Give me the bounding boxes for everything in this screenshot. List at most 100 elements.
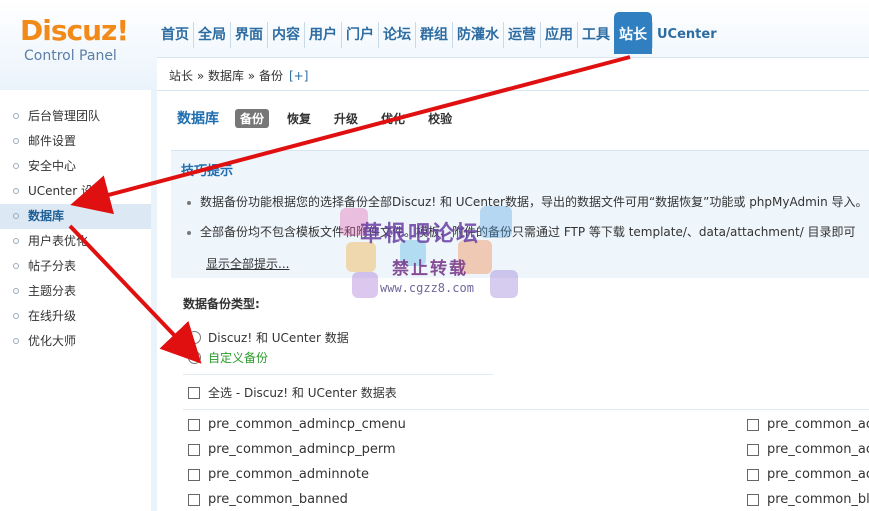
nav-ucenter[interactable]: UCenter: [652, 22, 721, 48]
tab-upgrade[interactable]: 升级: [329, 109, 363, 128]
sidebar-item-label: 在线升级: [28, 309, 77, 323]
tip-item: 数据备份功能根据您的选择备份全部Discuz! 和 UCenter数据，导出的数…: [187, 193, 868, 210]
sidebar-item-label: 优化大师: [28, 334, 77, 348]
logo-subtitle: Control Panel: [24, 48, 117, 64]
radio-button[interactable]: [188, 351, 201, 364]
radio-custom-backup[interactable]: 自定义备份: [188, 349, 268, 366]
breadcrumb-text[interactable]: 站长 » 数据库 » 备份: [169, 69, 283, 83]
table-name: pre_common_ac: [767, 442, 869, 457]
logo-brand: Discuz!: [20, 14, 129, 47]
checkbox[interactable]: [188, 443, 200, 456]
sidebar-item-optimize-master[interactable]: 优化大师: [0, 329, 151, 354]
nav-operations[interactable]: 运营: [503, 22, 540, 48]
table-name: pre_common_admincp_cmenu: [208, 417, 406, 432]
sidebar-menu: 后台管理团队 邮件设置 安全中心 UCenter 设置 数据库 用户表优化 帖子…: [0, 90, 151, 354]
table-row[interactable]: pre_common_admincp_perm: [188, 442, 396, 457]
main-content: 数据库 备份 恢复 升级 优化 校验 技巧提示 数据备份功能根据您的选择备份全部…: [163, 92, 869, 511]
table-name: pre_common_blo: [767, 492, 869, 507]
checkbox[interactable]: [188, 468, 200, 481]
nav-global[interactable]: 全局: [193, 22, 230, 48]
sidebar-item-thread-split[interactable]: 主题分表: [0, 279, 151, 304]
nav-webmaster[interactable]: 站长: [614, 12, 652, 54]
checkbox[interactable]: [747, 418, 759, 431]
tab-restore[interactable]: 恢复: [282, 109, 316, 128]
nav-groups[interactable]: 群组: [415, 22, 452, 48]
sidebar-item-mail-settings[interactable]: 邮件设置: [0, 129, 151, 154]
sidebar: 后台管理团队 邮件设置 安全中心 UCenter 设置 数据库 用户表优化 帖子…: [0, 90, 157, 511]
checkbox[interactable]: [747, 468, 759, 481]
top-nav: 首页 全局 界面 内容 用户 门户 论坛 群组 防灌水 运营 应用 工具 站长 …: [157, 12, 721, 54]
bullet-icon: [13, 313, 19, 319]
tab-optimize[interactable]: 优化: [376, 109, 410, 128]
backup-type-label: 数据备份类型:: [183, 297, 260, 311]
sidebar-item-label: 邮件设置: [28, 134, 77, 148]
table-row[interactable]: pre_common_ac: [747, 467, 869, 482]
page-title: 数据库: [177, 111, 219, 127]
bullet-icon: [187, 230, 191, 235]
nav-home[interactable]: 首页: [157, 22, 193, 48]
sidebar-item-online-upgrade[interactable]: 在线升级: [0, 304, 151, 329]
bullet-icon: [13, 263, 19, 269]
show-all-tips-link[interactable]: 显示全部提示...: [206, 255, 289, 272]
divider: [183, 409, 869, 410]
nav-content[interactable]: 内容: [267, 22, 304, 48]
bullet-icon: [13, 113, 19, 119]
table-row[interactable]: pre_common_ac: [747, 442, 869, 457]
radio-full-backup[interactable]: Discuz! 和 UCenter 数据: [188, 329, 349, 346]
sidebar-item-label: 主题分表: [28, 284, 77, 298]
table-row[interactable]: pre_common_blo: [747, 492, 869, 507]
nav-tools[interactable]: 工具: [577, 22, 614, 48]
radio-button[interactable]: [188, 331, 201, 344]
checkbox[interactable]: [188, 493, 200, 506]
divider: [183, 374, 493, 375]
sidebar-item-user-table-optimize[interactable]: 用户表优化: [0, 229, 151, 254]
checkbox[interactable]: [188, 418, 200, 431]
nav-users[interactable]: 用户: [304, 22, 341, 48]
sidebar-item-label: 安全中心: [28, 159, 77, 173]
sidebar-item-label: 用户表优化: [28, 234, 89, 248]
breadcrumb-bar: 站长 » 数据库 » 备份 [+]: [157, 57, 869, 91]
table-name: pre_common_adminnote: [208, 467, 369, 482]
nav-apps[interactable]: 应用: [540, 22, 577, 48]
select-all-tables[interactable]: 全选 - Discuz! 和 UCenter 数据表: [188, 384, 397, 401]
tab-verify[interactable]: 校验: [423, 109, 457, 128]
table-row[interactable]: pre_common_adminnote: [188, 467, 369, 482]
nav-portal[interactable]: 门户: [341, 22, 378, 48]
tips-title: 技巧提示: [181, 164, 234, 179]
tips-box: 技巧提示 数据备份功能根据您的选择备份全部Discuz! 和 UCenter数据…: [171, 150, 869, 278]
select-all-label: 全选 - Discuz! 和 UCenter 数据表: [208, 386, 397, 400]
checkbox[interactable]: [747, 493, 759, 506]
sidebar-item-label: 后台管理团队: [28, 109, 101, 123]
sidebar-item-database[interactable]: 数据库: [0, 204, 151, 229]
sidebar-item-label: 数据库: [28, 209, 65, 223]
table-row[interactable]: pre_common_ac: [747, 417, 869, 432]
database-tabs: 数据库 备份 恢复 升级 优化 校验: [177, 108, 470, 128]
table-name: pre_common_admincp_perm: [208, 442, 396, 457]
sidebar-item-security-center[interactable]: 安全中心: [0, 154, 151, 179]
sidebar-item-admin-team[interactable]: 后台管理团队: [0, 104, 151, 129]
breadcrumb: 站长 » 数据库 » 备份 [+]: [169, 67, 308, 84]
sidebar-item-label: 帖子分表: [28, 259, 77, 273]
bullet-icon: [13, 288, 19, 294]
nav-interface[interactable]: 界面: [230, 22, 267, 48]
table-row[interactable]: pre_common_banned: [188, 492, 348, 507]
discuz-logo[interactable]: Discuz! Control Panel: [20, 14, 150, 64]
sidebar-item-ucenter-settings[interactable]: UCenter 设置: [0, 179, 151, 204]
checkbox[interactable]: [188, 386, 200, 399]
sidebar-item-label: UCenter 设置: [28, 184, 105, 198]
tab-backup[interactable]: 备份: [235, 108, 270, 128]
table-row[interactable]: pre_common_admincp_cmenu: [188, 417, 406, 432]
breadcrumb-add-button[interactable]: [+]: [289, 69, 308, 83]
tip-text: 全部备份均不包含模板文件和附件文件。模板、附件的备份只需通过 FTP 等下载 t…: [200, 225, 856, 239]
bullet-icon: [13, 138, 19, 144]
sidebar-item-post-split[interactable]: 帖子分表: [0, 254, 151, 279]
table-name: pre_common_banned: [208, 492, 348, 507]
bullet-icon: [13, 338, 19, 344]
bullet-icon: [187, 200, 191, 205]
nav-forum[interactable]: 论坛: [378, 22, 415, 48]
checkbox[interactable]: [747, 443, 759, 456]
table-name: pre_common_ac: [767, 417, 869, 432]
tip-item: 全部备份均不包含模板文件和附件文件。模板、附件的备份只需通过 FTP 等下载 t…: [187, 223, 856, 240]
bullet-icon: [13, 238, 19, 244]
nav-antispam[interactable]: 防灌水: [452, 22, 503, 48]
